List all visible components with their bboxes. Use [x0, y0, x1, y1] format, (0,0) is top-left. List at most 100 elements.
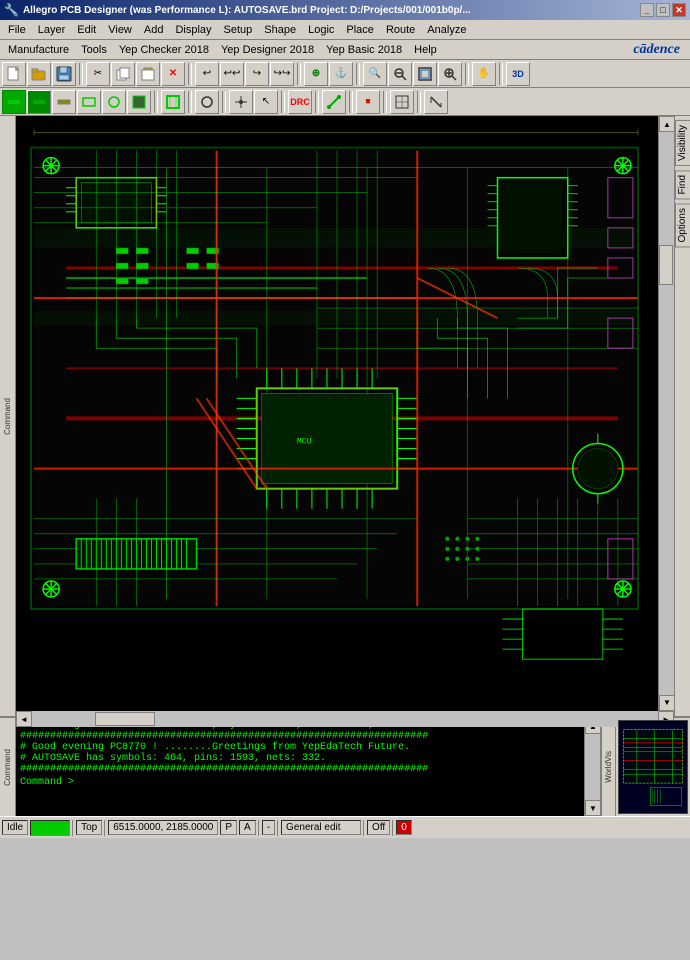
status-sep4	[277, 820, 279, 836]
layer2-button[interactable]	[27, 90, 51, 114]
layer6-button[interactable]	[127, 90, 151, 114]
zoom-in-button[interactable]: 🔍	[363, 62, 387, 86]
menubar2: Manufacture Tools Yep Checker 2018 Yep D…	[0, 40, 690, 60]
scroll-thumb-vertical[interactable]	[659, 245, 673, 285]
3d-button[interactable]: 3D	[506, 62, 530, 86]
menu-shape[interactable]: Shape	[258, 23, 302, 37]
console-worldview-row: Command This design board name: AUTOSAVE…	[0, 716, 690, 816]
console-prompt[interactable]: Command >	[20, 777, 580, 788]
visibility-tab[interactable]: Visibility	[675, 120, 690, 166]
menu-place[interactable]: Place	[340, 23, 380, 37]
zoom-fit-button[interactable]	[413, 62, 437, 86]
artwork-button[interactable]	[390, 90, 414, 114]
add-connect-button[interactable]	[322, 90, 346, 114]
worldview-canvas[interactable]	[618, 720, 688, 814]
zoom-area-button[interactable]	[438, 62, 462, 86]
console-line-5: ########################################…	[20, 764, 580, 775]
p-indicator: P	[220, 820, 237, 835]
console-scrollbar[interactable]: ▲ ▼	[584, 718, 600, 816]
horizontal-scrollbar[interactable]: ◄ ►	[16, 711, 674, 727]
anchor-button[interactable]: ⚓	[329, 62, 353, 86]
app-icon: 🔧	[4, 3, 19, 17]
canvas-row: MCU	[16, 116, 674, 711]
worldview-panel: WorldVis	[600, 718, 690, 816]
menu-yep-checker[interactable]: Yep Checker 2018	[113, 43, 215, 57]
redo2-button[interactable]: ↪↪	[270, 62, 294, 86]
menu-yep-basic[interactable]: Yep Basic 2018	[320, 43, 408, 57]
console-scroll-down[interactable]: ▼	[585, 800, 601, 816]
menu-file[interactable]: File	[2, 23, 32, 37]
console-scroll-track[interactable]	[585, 734, 600, 800]
menu-display[interactable]: Display	[169, 23, 217, 37]
menu-analyze[interactable]: Analyze	[421, 23, 472, 37]
menu-tools[interactable]: Tools	[75, 43, 113, 57]
ratsnest-button[interactable]: ⊕	[304, 62, 328, 86]
delete-button[interactable]: ✕	[161, 62, 185, 86]
cursor-button[interactable]: ↖	[254, 90, 278, 114]
svg-text:MCU: MCU	[297, 438, 312, 447]
coordinates-status: 6515.0000, 2185.0000	[108, 820, 218, 835]
status-sep1	[72, 820, 74, 836]
main-area: Command	[0, 116, 690, 716]
new-button[interactable]	[2, 62, 26, 86]
scroll-left-button[interactable]: ◄	[16, 711, 32, 727]
scroll-track-vertical[interactable]	[659, 132, 674, 695]
redo-button[interactable]: ↪	[245, 62, 269, 86]
layer-status: Top	[76, 820, 102, 835]
menu-edit[interactable]: Edit	[71, 23, 102, 37]
toolbar2-sep6	[349, 91, 353, 113]
drc-button[interactable]: DRC	[288, 90, 312, 114]
layer4-button[interactable]	[77, 90, 101, 114]
toolbar-sep5	[465, 63, 469, 85]
menu-yep-designer[interactable]: Yep Designer 2018	[215, 43, 320, 57]
off-label: Off	[367, 820, 390, 835]
open-button[interactable]	[27, 62, 51, 86]
board-button[interactable]	[161, 90, 185, 114]
save-button[interactable]	[52, 62, 76, 86]
pcb-canvas[interactable]: MCU	[16, 116, 658, 711]
canvas-container: MCU	[16, 116, 674, 716]
menubar1: File Layer Edit View Add Display Setup S…	[0, 20, 690, 40]
menu-manufacture[interactable]: Manufacture	[2, 43, 75, 57]
statusbar: Idle Top 6515.0000, 2185.0000 P A - Gene…	[0, 816, 690, 838]
layer3-button[interactable]	[52, 90, 76, 114]
scroll-track-horizontal[interactable]	[32, 711, 658, 727]
paste-button[interactable]	[136, 62, 160, 86]
options-tab[interactable]: Options	[675, 203, 690, 247]
undo2-button[interactable]: ↩↩	[220, 62, 244, 86]
menu-logic[interactable]: Logic	[302, 23, 340, 37]
titlebar-controls: _ □ ✕	[640, 3, 686, 17]
menu-add[interactable]: Add	[138, 23, 170, 37]
cut-button[interactable]: ✂	[86, 62, 110, 86]
layer1-button[interactable]	[2, 90, 26, 114]
vertical-scrollbar[interactable]: ▲ ▼	[658, 116, 674, 711]
console-text[interactable]: This design board name: AUTOSAVE, Symbol…	[16, 718, 584, 816]
menu-setup[interactable]: Setup	[218, 23, 259, 37]
pcb-svg: MCU	[16, 116, 658, 711]
titlebar: 🔧 Allegro PCB Designer (was Performance …	[0, 0, 690, 20]
toolbar2-sep8	[417, 91, 421, 113]
titlebar-left: 🔧 Allegro PCB Designer (was Performance …	[4, 3, 471, 17]
zoom-out-button[interactable]	[388, 62, 412, 86]
left-handle: Command	[0, 116, 16, 716]
menu-help[interactable]: Help	[408, 43, 443, 57]
scroll-down-button[interactable]: ▼	[659, 695, 675, 711]
menu-layer[interactable]: Layer	[32, 23, 72, 37]
minimize-button[interactable]: _	[640, 3, 654, 17]
circle-button[interactable]	[195, 90, 219, 114]
layer5-button[interactable]	[102, 90, 126, 114]
scroll-thumb-horizontal[interactable]	[95, 712, 155, 726]
rule-button[interactable]	[424, 90, 448, 114]
stop-button[interactable]: ⏹	[356, 90, 380, 114]
find-tab[interactable]: Find	[675, 170, 690, 199]
copy-button[interactable]	[111, 62, 135, 86]
undo-button[interactable]: ↩	[195, 62, 219, 86]
maximize-button[interactable]: □	[656, 3, 670, 17]
titlebar-title: Allegro PCB Designer (was Performance L)…	[23, 5, 471, 16]
close-button[interactable]: ✕	[672, 3, 686, 17]
menu-view[interactable]: View	[102, 23, 138, 37]
menu-route[interactable]: Route	[380, 23, 421, 37]
snap-button[interactable]	[229, 90, 253, 114]
scroll-up-button[interactable]: ▲	[659, 116, 675, 132]
pan-button[interactable]: ✋	[472, 62, 496, 86]
